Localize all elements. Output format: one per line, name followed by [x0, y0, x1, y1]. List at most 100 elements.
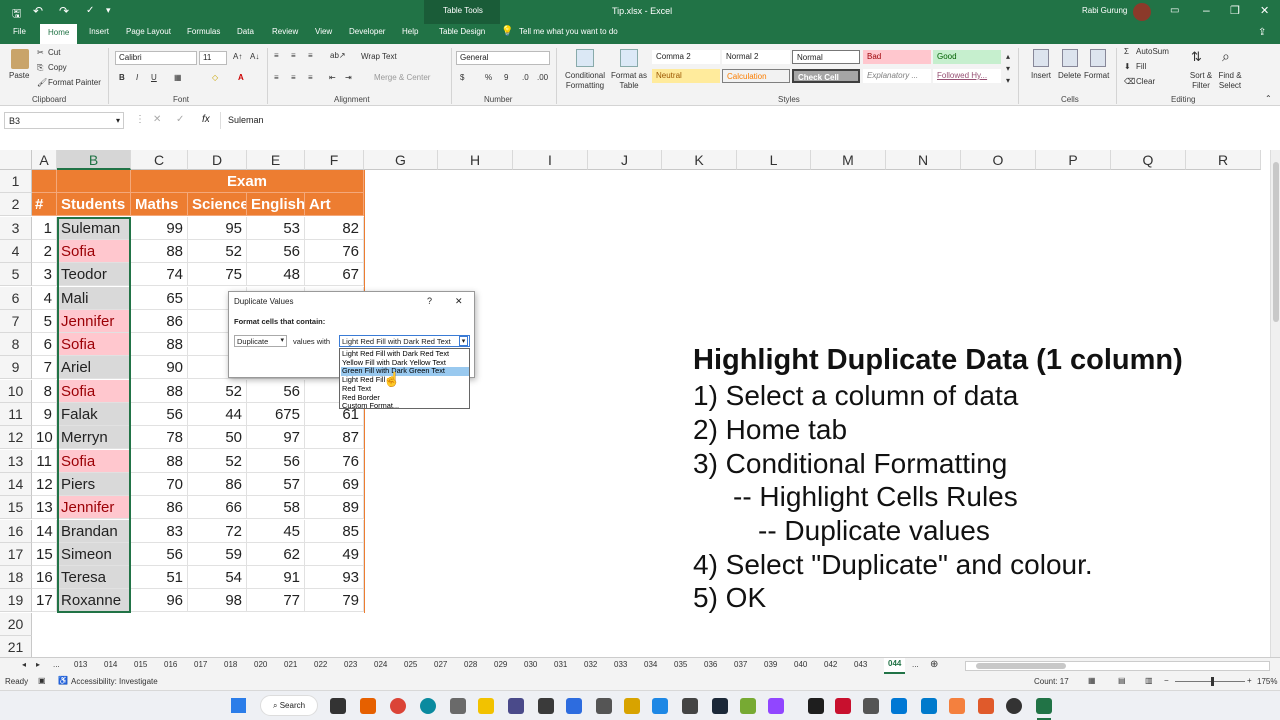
- table-cell[interactable]: 87: [305, 426, 364, 450]
- tab-developer[interactable]: Developer: [349, 27, 385, 36]
- table-cell[interactable]: 11: [32, 449, 57, 473]
- column-header[interactable]: D: [188, 150, 247, 170]
- sheet-tab[interactable]: 033: [614, 660, 627, 669]
- table-cell[interactable]: 66: [188, 496, 247, 520]
- fill-button[interactable]: Fill: [1136, 62, 1146, 71]
- table-cell[interactable]: 76: [305, 239, 364, 263]
- format-as-table-icon[interactable]: [620, 49, 638, 67]
- accessibility-status[interactable]: Accessibility: Investigate: [71, 677, 158, 686]
- column-header[interactable]: L: [737, 150, 811, 170]
- column-header[interactable]: C: [131, 150, 188, 170]
- student-name-cell[interactable]: Sofia: [57, 379, 131, 403]
- align-center-icon[interactable]: ≡: [291, 73, 296, 82]
- table-cell[interactable]: 1: [32, 216, 57, 240]
- sheet-tab[interactable]: 024: [374, 660, 387, 669]
- sheet-tab[interactable]: 028: [464, 660, 477, 669]
- table-cell[interactable]: [57, 170, 131, 193]
- delete-button[interactable]: Delete: [1058, 71, 1081, 80]
- table-cell[interactable]: 675: [247, 403, 305, 426]
- font-size-select[interactable]: 11: [199, 51, 227, 65]
- table-cell[interactable]: 56: [247, 379, 305, 403]
- column-header[interactable]: N: [886, 150, 961, 170]
- tab-insert[interactable]: Insert: [89, 27, 109, 36]
- sheet-tab[interactable]: 043: [854, 660, 867, 669]
- table-cell[interactable]: 91: [247, 566, 305, 590]
- name-box[interactable]: B3 ▾: [4, 112, 124, 129]
- column-header[interactable]: A: [32, 150, 57, 170]
- sheet-tab[interactable]: 015: [134, 660, 147, 669]
- table-cell[interactable]: 56: [247, 449, 305, 473]
- minimize-icon[interactable]: –: [1203, 3, 1210, 17]
- table-cell[interactable]: 75: [188, 263, 247, 287]
- table-cell[interactable]: 88: [131, 449, 188, 473]
- column-header[interactable]: R: [1186, 150, 1261, 170]
- table-cell[interactable]: 12: [32, 472, 57, 496]
- row-header[interactable]: 10: [0, 379, 32, 403]
- student-name-cell[interactable]: Sofia: [57, 333, 131, 357]
- sheet-tab[interactable]: 031: [554, 660, 567, 669]
- table-cell[interactable]: 70: [131, 472, 188, 496]
- style-followed-hyperlink[interactable]: Followed Hy...: [933, 69, 1001, 83]
- row-header[interactable]: 17: [0, 542, 32, 566]
- table-cell[interactable]: 52: [188, 239, 247, 263]
- find-select-button[interactable]: Find & Select: [1214, 71, 1246, 91]
- table-cell[interactable]: 10: [32, 426, 57, 450]
- table-cell[interactable]: [32, 170, 57, 193]
- table-cell[interactable]: 99: [131, 216, 188, 240]
- table-cell[interactable]: 13: [32, 496, 57, 520]
- merge-center-button[interactable]: Merge & Center: [374, 73, 430, 82]
- excel-icon[interactable]: [1036, 698, 1052, 714]
- table-cell[interactable]: 86: [131, 309, 188, 333]
- name-box-dropdown-icon[interactable]: ▾: [116, 116, 120, 125]
- table-cell[interactable]: 17: [32, 589, 57, 613]
- table-cell[interactable]: 76: [305, 449, 364, 473]
- borders-icon[interactable]: ▦: [174, 73, 182, 82]
- tab-data[interactable]: Data: [237, 27, 254, 36]
- app-icon[interactable]: [682, 698, 698, 714]
- table-cell[interactable]: 7: [32, 356, 57, 380]
- styles-scroll-up-icon[interactable]: ▴: [1006, 52, 1010, 61]
- sheet-tab[interactable]: 044: [884, 658, 906, 674]
- sheet-tab[interactable]: 017: [194, 660, 207, 669]
- student-name-cell[interactable]: Teresa: [57, 566, 131, 590]
- decrease-decimal-icon[interactable]: .00: [537, 73, 548, 82]
- table-cell[interactable]: 88: [131, 239, 188, 263]
- table-cell[interactable]: 56: [131, 542, 188, 566]
- table-cell[interactable]: 54: [188, 566, 247, 590]
- app-icon[interactable]: [768, 698, 784, 714]
- copy-icon[interactable]: ⎘: [37, 63, 43, 73]
- style-normal[interactable]: Normal: [792, 50, 860, 64]
- format-painter-icon[interactable]: 🖌: [37, 78, 47, 87]
- column-header[interactable]: J: [588, 150, 662, 170]
- row-header[interactable]: 12: [0, 426, 32, 450]
- table-cell[interactable]: 48: [247, 263, 305, 287]
- app-icon[interactable]: [450, 698, 466, 714]
- tab-formulas[interactable]: Formulas: [187, 27, 220, 36]
- sheet-tab[interactable]: 042: [824, 660, 837, 669]
- column-header[interactable]: G: [364, 150, 438, 170]
- align-bottom-icon[interactable]: ≡: [308, 51, 313, 60]
- table-cell[interactable]: 49: [305, 542, 364, 566]
- row-header[interactable]: 7: [0, 309, 32, 333]
- row-header[interactable]: 19: [0, 589, 32, 613]
- table-cell[interactable]: 86: [131, 496, 188, 520]
- column-title[interactable]: #: [32, 193, 57, 217]
- italic-icon[interactable]: I: [136, 73, 138, 82]
- close-icon[interactable]: ✕: [1260, 4, 1269, 17]
- table-cell[interactable]: 45: [247, 519, 305, 543]
- sheet-tab[interactable]: 036: [704, 660, 717, 669]
- normal-view-icon[interactable]: ▦: [1088, 676, 1096, 685]
- app-icon[interactable]: [740, 698, 756, 714]
- zoom-in-icon[interactable]: +: [1247, 676, 1252, 685]
- app-icon[interactable]: [808, 698, 824, 714]
- student-name-cell[interactable]: Sofia: [57, 449, 131, 473]
- table-cell[interactable]: 79: [305, 589, 364, 613]
- table-cell[interactable]: 62: [247, 542, 305, 566]
- cut-icon[interactable]: ✂: [37, 48, 44, 57]
- search-icon[interactable]: ⌕: [1222, 48, 1230, 65]
- sheet-tab[interactable]: 021: [284, 660, 297, 669]
- table-cell[interactable]: 89: [305, 496, 364, 520]
- column-header[interactable]: M: [811, 150, 886, 170]
- tab-file[interactable]: File: [13, 27, 26, 36]
- student-name-cell[interactable]: Suleman: [57, 216, 131, 240]
